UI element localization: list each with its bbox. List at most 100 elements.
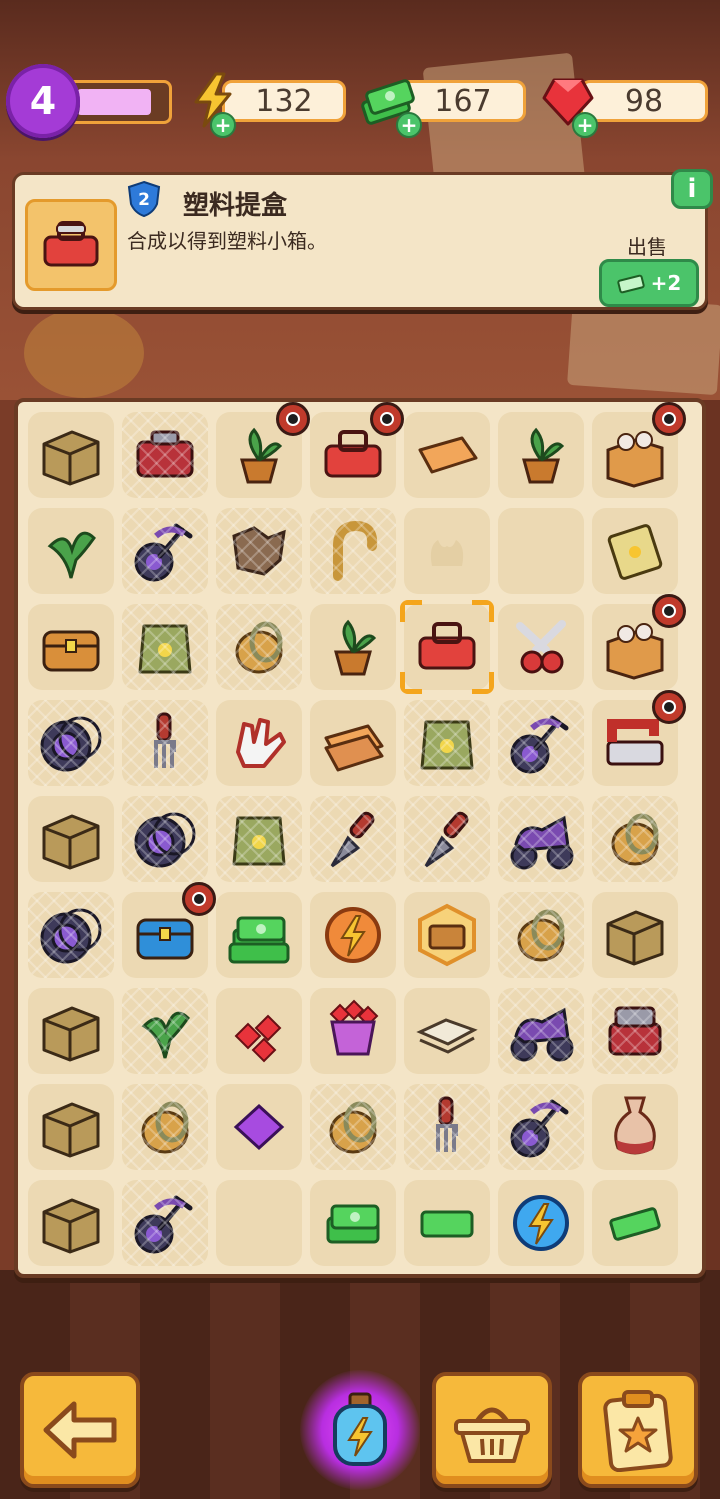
board-cell[interactable] <box>592 988 678 1074</box>
player-level-badge[interactable]: 4 <box>6 64 80 138</box>
stacked-mats-icon[interactable] <box>318 708 388 778</box>
green-leaf-sprout-icon[interactable] <box>130 996 200 1066</box>
board-cell[interactable] <box>404 412 490 498</box>
energy-boost-button[interactable] <box>300 1370 420 1490</box>
green-leaf-sprout-icon[interactable] <box>36 516 106 586</box>
board-cell[interactable] <box>498 1180 584 1266</box>
purple-tires-icon[interactable] <box>36 708 106 778</box>
board-cell[interactable] <box>592 1084 678 1170</box>
board-cell[interactable] <box>498 508 584 594</box>
board-cell[interactable] <box>310 508 396 594</box>
paper-stack-icon[interactable] <box>412 996 482 1066</box>
burnt-paper-icon[interactable] <box>224 516 294 586</box>
board-cell[interactable] <box>404 988 490 1074</box>
seed-packet-icon[interactable] <box>600 516 670 586</box>
board-cell[interactable] <box>498 988 584 1074</box>
info-button[interactable]: i <box>671 169 713 209</box>
cardboard-box-icon[interactable] <box>36 1188 106 1258</box>
sell-button[interactable]: +2 <box>599 259 699 307</box>
brass-ring-icon[interactable] <box>130 1092 200 1162</box>
purple-moped-icon[interactable] <box>506 804 576 874</box>
board-cell[interactable] <box>310 700 396 786</box>
board-cell[interactable] <box>216 700 302 786</box>
seed-bag-icon[interactable] <box>130 612 200 682</box>
cardboard-box-icon[interactable] <box>36 420 106 490</box>
cash-stack-icon[interactable] <box>318 1188 388 1258</box>
board-cell[interactable] <box>498 700 584 786</box>
board-cell[interactable] <box>310 892 396 978</box>
ceramic-vase-icon[interactable] <box>600 1092 670 1162</box>
purple-wheel-scooter-icon[interactable] <box>506 1092 576 1162</box>
purple-wheel-scooter-icon[interactable] <box>130 1188 200 1258</box>
blue-energy-orb-icon[interactable] <box>506 1188 576 1258</box>
board-cell[interactable] <box>216 796 302 882</box>
cardboard-box-open-icon[interactable] <box>36 1092 106 1162</box>
wooden-chest-icon[interactable] <box>36 612 106 682</box>
trowel-icon[interactable] <box>318 804 388 874</box>
add-energy-icon[interactable]: + <box>210 112 236 138</box>
board-cell[interactable] <box>28 508 114 594</box>
brass-ring-icon[interactable] <box>318 1092 388 1162</box>
trowel-icon[interactable] <box>412 804 482 874</box>
board-cell[interactable] <box>28 412 114 498</box>
potted-plant-icon[interactable] <box>506 420 576 490</box>
purple-gem-icon[interactable] <box>224 1092 294 1162</box>
board-cell[interactable] <box>592 690 686 786</box>
empty-leaf-silhouette-icon[interactable] <box>412 516 482 586</box>
board-cell[interactable] <box>592 1180 678 1266</box>
back-button[interactable] <box>20 1372 140 1488</box>
brass-ring-icon[interactable] <box>600 804 670 874</box>
board-cell[interactable] <box>310 1084 396 1170</box>
board-cell[interactable] <box>28 604 114 690</box>
purple-moped-icon[interactable] <box>506 996 576 1066</box>
board-cell[interactable] <box>404 508 490 594</box>
board-cell[interactable] <box>28 796 114 882</box>
small-potted-sprout-icon[interactable] <box>318 612 388 682</box>
board-cell[interactable] <box>122 508 208 594</box>
board-cell[interactable] <box>28 1084 114 1170</box>
board-cell[interactable] <box>592 402 686 498</box>
orange-mat-icon[interactable] <box>412 420 482 490</box>
cardboard-box-open-icon[interactable] <box>36 804 106 874</box>
board-cell[interactable] <box>122 1084 208 1170</box>
board-cell[interactable] <box>404 1180 490 1266</box>
add-gems-icon[interactable]: + <box>572 112 598 138</box>
board-cell[interactable] <box>498 796 584 882</box>
board-cell[interactable] <box>404 1084 490 1170</box>
green-backpack-icon[interactable] <box>224 804 294 874</box>
board-cell[interactable] <box>310 1180 396 1266</box>
board-cell[interactable] <box>310 604 396 690</box>
board-cell[interactable] <box>216 892 302 978</box>
cash-small-icon[interactable] <box>412 1188 482 1258</box>
red-gems-icon[interactable] <box>224 996 294 1066</box>
board-cell[interactable] <box>498 892 584 978</box>
brass-hook-icon[interactable] <box>318 516 388 586</box>
board-cell[interactable] <box>28 1180 114 1266</box>
board-cell[interactable] <box>28 892 114 978</box>
purple-wheel-scooter-icon[interactable] <box>130 516 200 586</box>
gem-counter[interactable]: 98 <box>580 80 708 122</box>
board-cell[interactable] <box>28 700 114 786</box>
glowing-crate-icon[interactable] <box>412 900 482 970</box>
board-cell[interactable] <box>592 892 678 978</box>
board-cell[interactable] <box>216 1084 302 1170</box>
board-cell[interactable] <box>216 604 302 690</box>
board-cell[interactable] <box>122 412 208 498</box>
board-cell[interactable] <box>122 988 208 1074</box>
board-cell[interactable] <box>404 700 490 786</box>
board-cell[interactable] <box>122 796 208 882</box>
board-cell[interactable] <box>592 796 678 882</box>
gem-basket-icon[interactable] <box>318 996 388 1066</box>
red-toolbox-icon[interactable] <box>130 420 200 490</box>
board-cell[interactable] <box>216 1180 302 1266</box>
board-cell[interactable] <box>592 594 686 690</box>
shop-button[interactable] <box>432 1372 552 1488</box>
cardboard-box-icon[interactable] <box>36 996 106 1066</box>
board-cell[interactable] <box>28 988 114 1074</box>
cardboard-box-large-icon[interactable] <box>600 900 670 970</box>
purple-tires-icon[interactable] <box>130 804 200 874</box>
board-cell[interactable] <box>216 508 302 594</box>
add-cash-icon[interactable]: + <box>396 112 422 138</box>
board-cell[interactable] <box>404 796 490 882</box>
purple-wheel-scooter-icon[interactable] <box>506 708 576 778</box>
